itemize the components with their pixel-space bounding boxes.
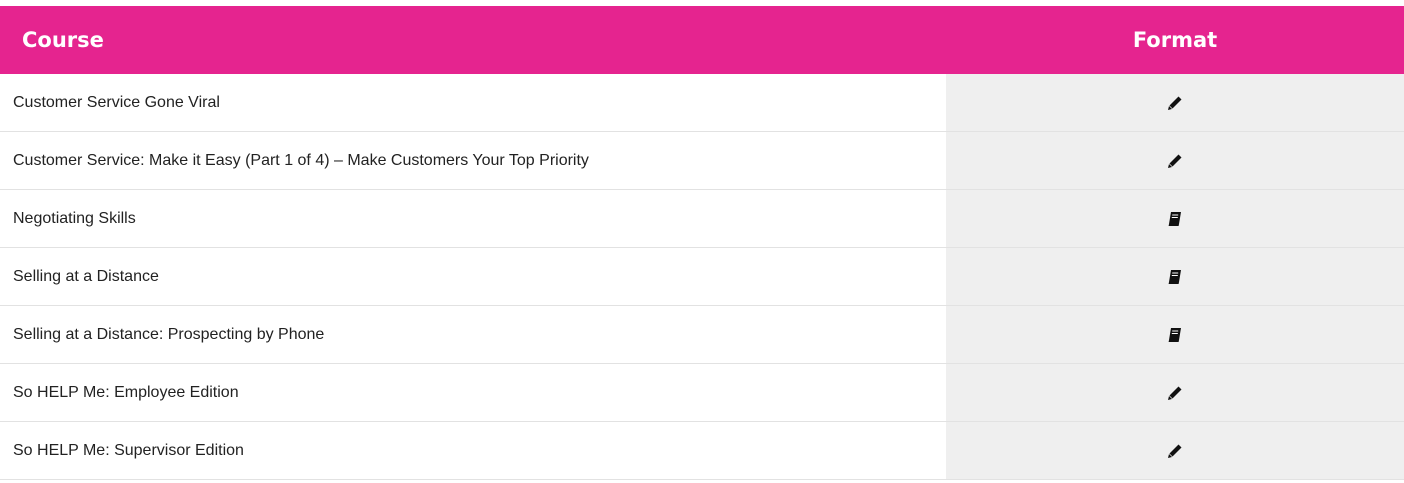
course-name: So HELP Me: Supervisor Edition [0,422,946,480]
course-name: Negotiating Skills [0,190,946,248]
table-header: Course Format [0,6,1404,74]
table-row: So HELP Me: Supervisor Edition [0,422,1404,480]
table-row: Negotiating Skills [0,190,1404,248]
table-row: So HELP Me: Employee Edition [0,364,1404,422]
table-row: Customer Service Gone Viral [0,74,1404,132]
format-cell [946,364,1404,422]
book-icon [1168,211,1181,226]
pencil-icon [1168,444,1182,458]
format-cell [946,248,1404,306]
book-icon [1168,327,1181,342]
course-name: Selling at a Distance [0,248,946,306]
format-cell [946,74,1404,132]
course-name: Customer Service: Make it Easy (Part 1 o… [0,132,946,190]
pencil-icon [1168,386,1182,400]
format-cell [946,132,1404,190]
table-row: Customer Service: Make it Easy (Part 1 o… [0,132,1404,190]
course-column-header: Course [22,28,104,52]
format-column-header: Format [1132,28,1218,52]
table-row: Selling at a Distance [0,248,1404,306]
format-cell [946,190,1404,248]
book-icon [1168,269,1181,284]
format-cell [946,422,1404,480]
course-table: Course Format Customer Service Gone Vira… [0,6,1404,480]
table-row: Selling at a Distance: Prospecting by Ph… [0,306,1404,364]
format-cell [946,306,1404,364]
course-name: So HELP Me: Employee Edition [0,364,946,422]
pencil-icon [1168,154,1182,168]
pencil-icon [1168,96,1182,110]
course-name: Customer Service Gone Viral [0,74,946,132]
course-name: Selling at a Distance: Prospecting by Ph… [0,306,946,364]
